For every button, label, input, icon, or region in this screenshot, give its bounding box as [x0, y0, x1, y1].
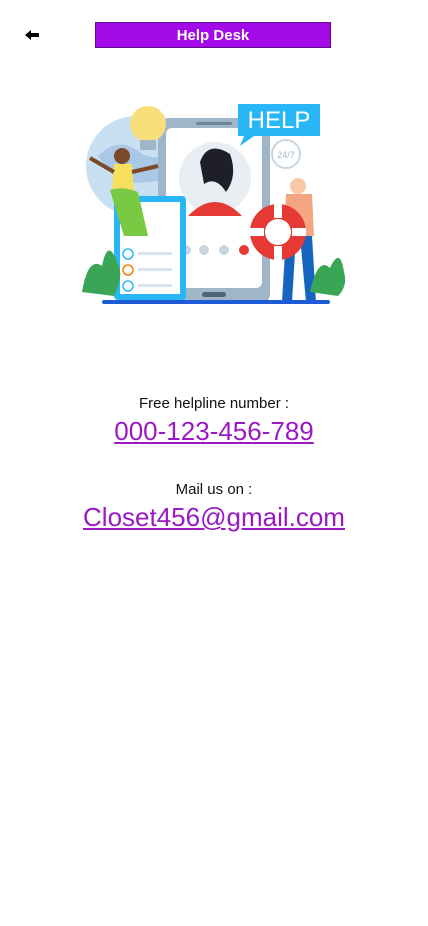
arrow-left-icon [25, 30, 39, 40]
helpline-label: Free helpline number : [138, 395, 290, 412]
helpline-number-link[interactable]: 000-123-456-789 [0, 416, 428, 447]
mail-label: Mail us on : [175, 481, 253, 498]
back-button[interactable] [24, 28, 40, 42]
mail-address-link[interactable]: Closet456@gmail.com [0, 502, 428, 533]
help-bubble-text: HELP [248, 107, 311, 134]
badge-24-7-text: 24/7 [277, 150, 295, 160]
page-title: Help Desk [95, 22, 331, 48]
page-title-text: Help Desk [176, 26, 250, 44]
help-desk-illustration: 24/7 HELP [82, 104, 346, 304]
